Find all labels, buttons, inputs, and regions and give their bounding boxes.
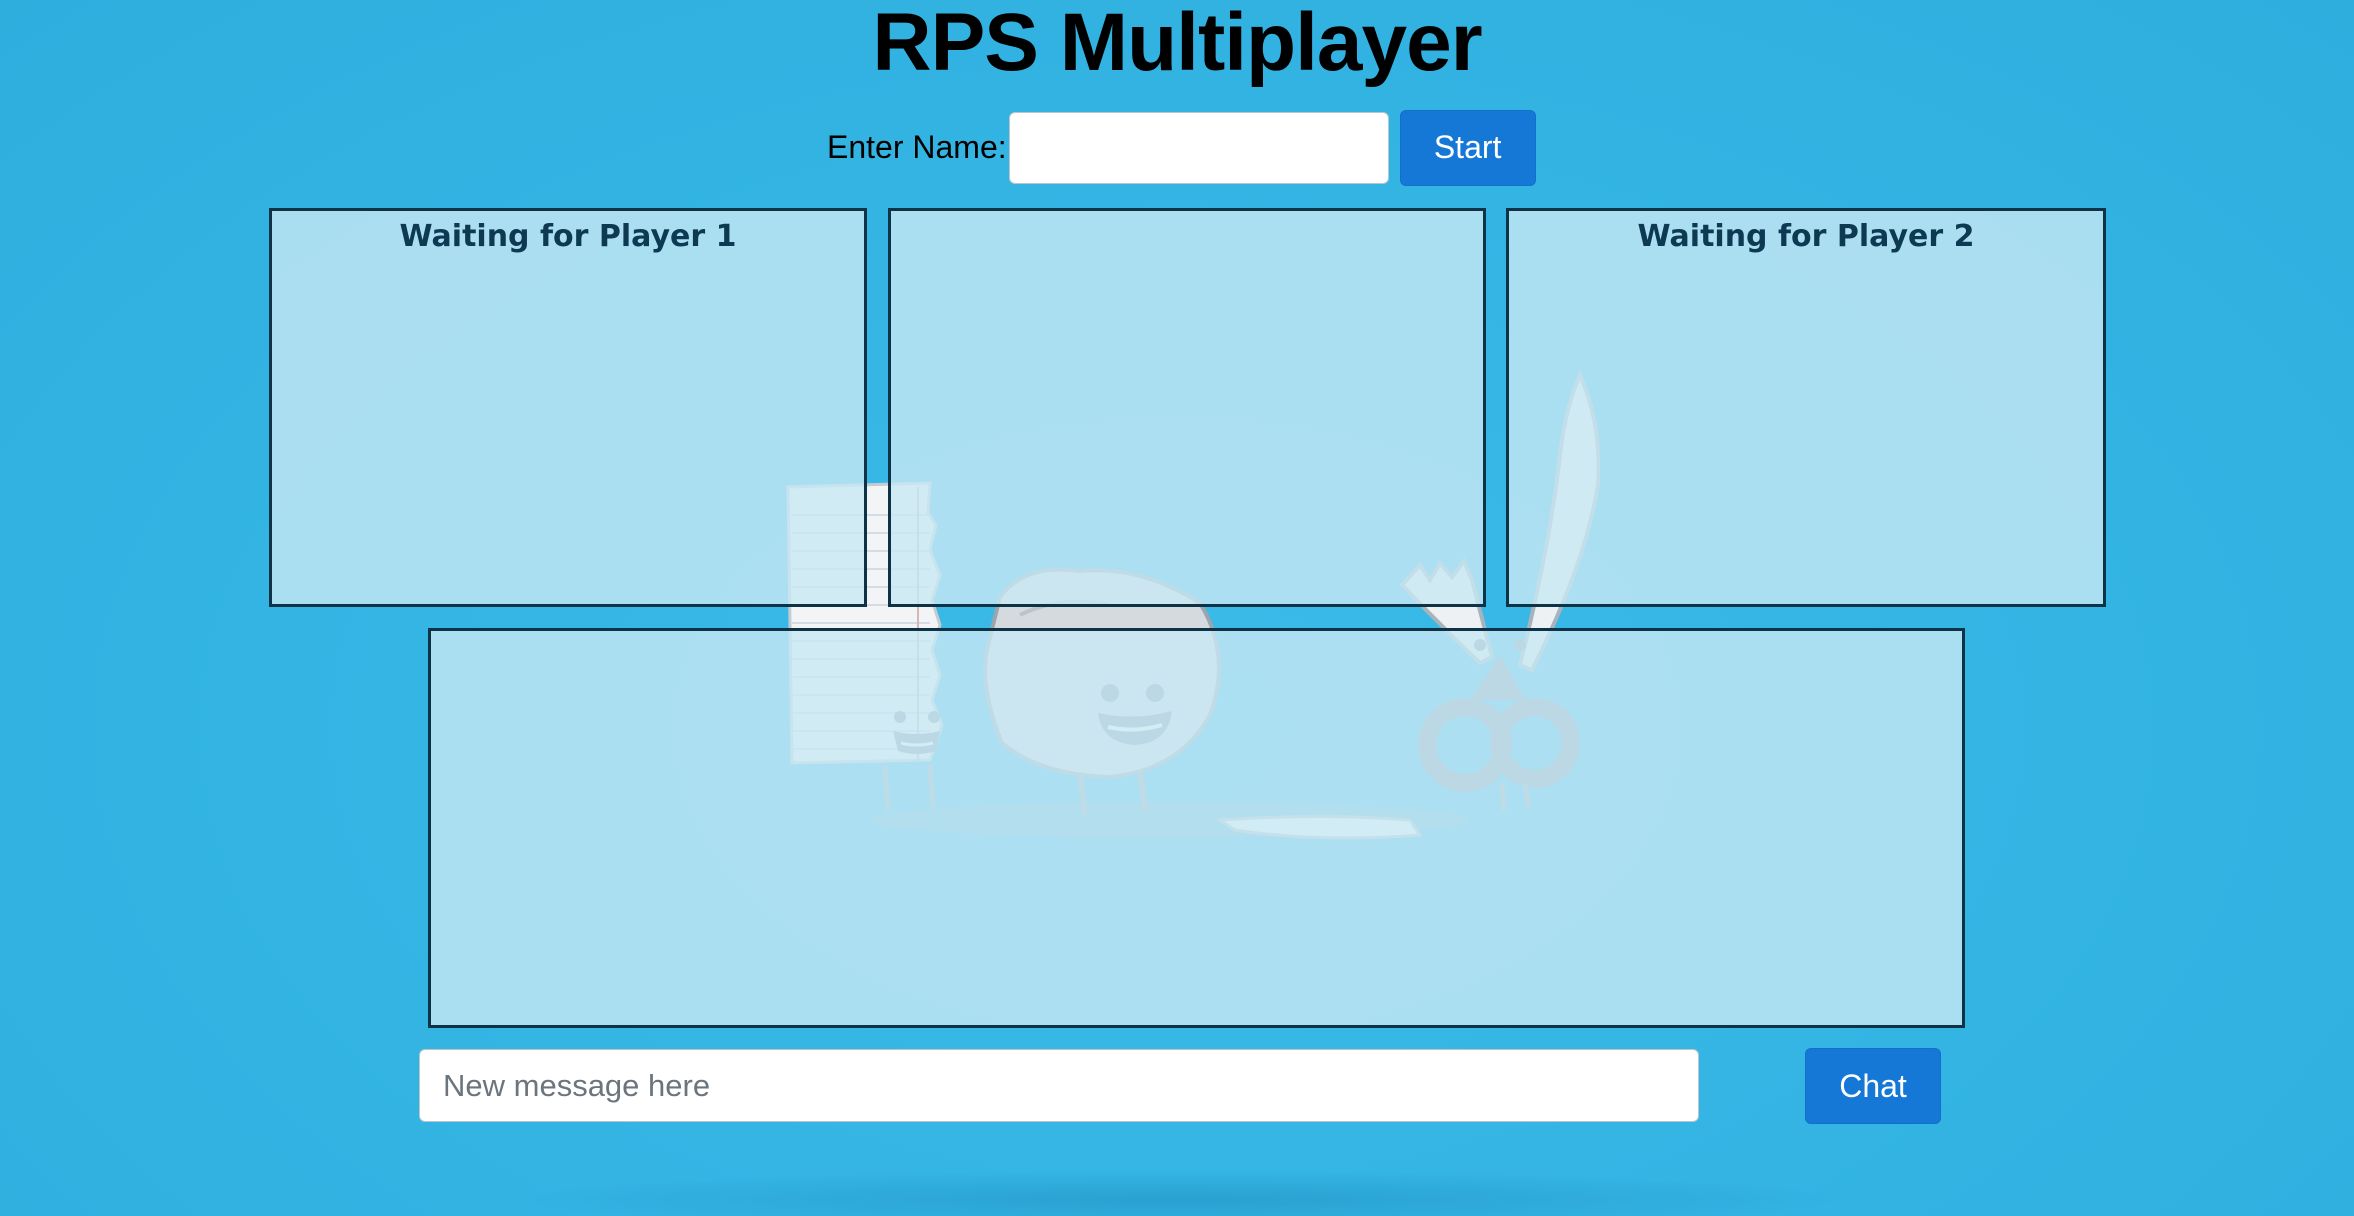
player2-panel: Waiting for Player 2	[1506, 208, 2106, 607]
page-title: RPS Multiplayer	[872, 0, 1482, 88]
player1-panel: Waiting for Player 1	[269, 208, 867, 607]
player2-status: Waiting for Player 2	[1637, 219, 1975, 254]
name-form: Enter Name: Start	[827, 109, 1536, 186]
name-label: Enter Name:	[827, 129, 1007, 165]
name-input[interactable]	[1008, 111, 1389, 184]
chat-log-panel[interactable]	[428, 628, 1965, 1028]
game-page: RPS Multiplayer Enter Name: Start Waitin…	[0, 0, 2354, 1216]
background-shadow	[500, 1170, 1860, 1216]
chat-message-input[interactable]	[419, 1049, 1699, 1122]
results-panel	[888, 208, 1486, 607]
player1-status: Waiting for Player 1	[399, 219, 737, 254]
start-button[interactable]: Start	[1399, 109, 1536, 186]
chat-button[interactable]: Chat	[1805, 1048, 1941, 1124]
